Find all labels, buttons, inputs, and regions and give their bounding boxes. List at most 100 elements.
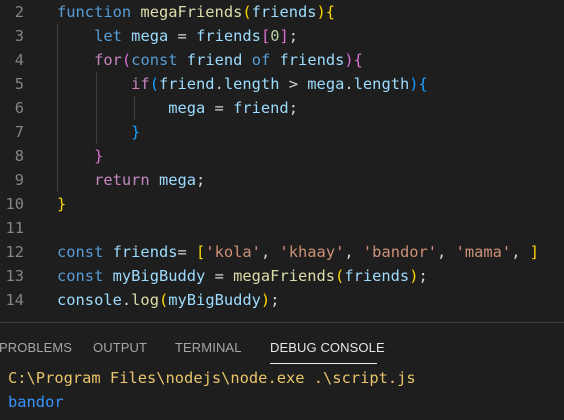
code-token: ( [149,75,159,93]
code-token: { [353,51,363,69]
code-token: ; [288,99,298,117]
console-command-line: C:\Program Files\nodejs\node.exe .\scrip… [8,369,416,387]
code-line[interactable]: 7 } [0,120,564,144]
code-token: = [168,27,197,45]
code-line[interactable]: 11 [0,216,564,240]
code-text: for(const friend of friends){ [57,48,363,72]
code-token: friends [279,51,345,69]
code-token: ) [409,75,419,93]
code-token: ( [242,3,252,21]
vscode-window: 2 function megaFriends(friends){3 let meg… [0,0,564,420]
code-token: myBigBuddy [112,267,206,285]
line-number: 13 [5,267,24,285]
line-number: 4 [14,51,24,69]
code-token: ( [335,267,345,285]
code-token: , [260,243,280,261]
code-token: mega [168,99,206,117]
code-token: } [131,123,141,141]
code-token: length [223,75,280,93]
code-text: let mega = friends[0]; [57,24,298,48]
code-text: const friends= ['kola', 'khaay', 'bandor… [57,240,539,264]
code-line[interactable]: 2 function megaFriends(friends){ [0,0,564,24]
code-token: . [344,75,354,93]
code-token: } [57,195,67,213]
line-number: 10 [5,195,24,213]
code-token: mega [131,27,169,45]
code-token: mega [307,75,345,93]
code-token: friends [196,27,261,45]
code-token: console [57,291,122,309]
code-token: , [437,243,456,261]
code-token: const [57,267,104,285]
code-token: = [205,267,234,285]
tab-debug-console[interactable]: DEBUG CONSOLE [270,340,385,355]
line-number: 5 [14,75,24,93]
line-number: 7 [14,123,24,141]
code-token: megaFriends [140,3,243,21]
tab-problems[interactable]: PROBLEMS [0,340,72,355]
code-token: ] [279,27,289,45]
code-token: ) [260,291,271,309]
code-token: friend [158,75,215,93]
code-token: let [94,27,122,45]
code-token: friend [186,51,243,69]
code-line[interactable]: 12 const friends= ['kola', 'khaay', 'band… [0,240,564,264]
line-number: 6 [14,99,24,117]
code-token: return [94,171,150,189]
code-line[interactable]: 8 } [0,144,564,168]
code-line[interactable]: 14 console.log(myBigBuddy); [0,288,564,312]
code-editor[interactable]: 2 function megaFriends(friends){3 let meg… [0,0,564,322]
code-token: myBigBuddy [168,291,261,309]
code-token: ) [316,3,326,21]
code-token: 'khaay' [279,243,345,261]
line-number: 8 [14,147,24,165]
line-number: 3 [14,27,24,45]
code-token: ; [288,27,299,45]
tab-output[interactable]: OUTPUT [93,340,147,355]
code-token: 'mama' [455,243,512,261]
code-token: { [325,3,336,21]
code-token: . [121,291,132,309]
code-token: ; [270,291,280,309]
code-text: } [57,192,66,216]
code-token: [ [196,243,206,261]
bottom-panel: PROBLEMS OUTPUT TERMINAL DEBUG CONSOLE C… [0,323,564,420]
line-number: 2 [14,3,24,21]
code-token: ] [529,243,540,261]
code-token: { [418,75,428,93]
code-line[interactable]: 6 mega = friend; [0,96,564,120]
code-text: mega = friend; [57,96,298,120]
code-token: if [131,75,150,93]
code-line[interactable]: 9 return mega; [0,168,564,192]
code-token: 'bandor' [362,243,438,261]
code-token: friends [112,243,178,261]
code-line[interactable]: 10} [0,192,564,216]
code-token: friends [251,3,317,21]
code-token: = [205,99,234,117]
tab-terminal[interactable]: TERMINAL [175,340,242,355]
code-line[interactable]: 4 for(const friend of friends){ [0,48,564,72]
code-token: mega [158,171,197,189]
code-text: } [57,144,103,168]
code-token: log [131,291,159,309]
code-token: of [251,51,271,69]
code-line[interactable]: 5 if(friend.length > mega.length){ [0,72,564,96]
code-text: const myBigBuddy = megaFriends(friends); [57,264,428,288]
console-output-line: bandor [8,393,64,411]
code-token: ) [344,51,354,69]
code-text: function megaFriends(friends){ [57,0,335,24]
code-token: length [353,75,410,93]
code-text: } [57,120,140,144]
code-line[interactable]: 3 let mega = friends[0]; [0,24,564,48]
code-line[interactable]: 13 const myBigBuddy = megaFriends(friends… [0,264,564,288]
code-token: = [177,243,197,261]
